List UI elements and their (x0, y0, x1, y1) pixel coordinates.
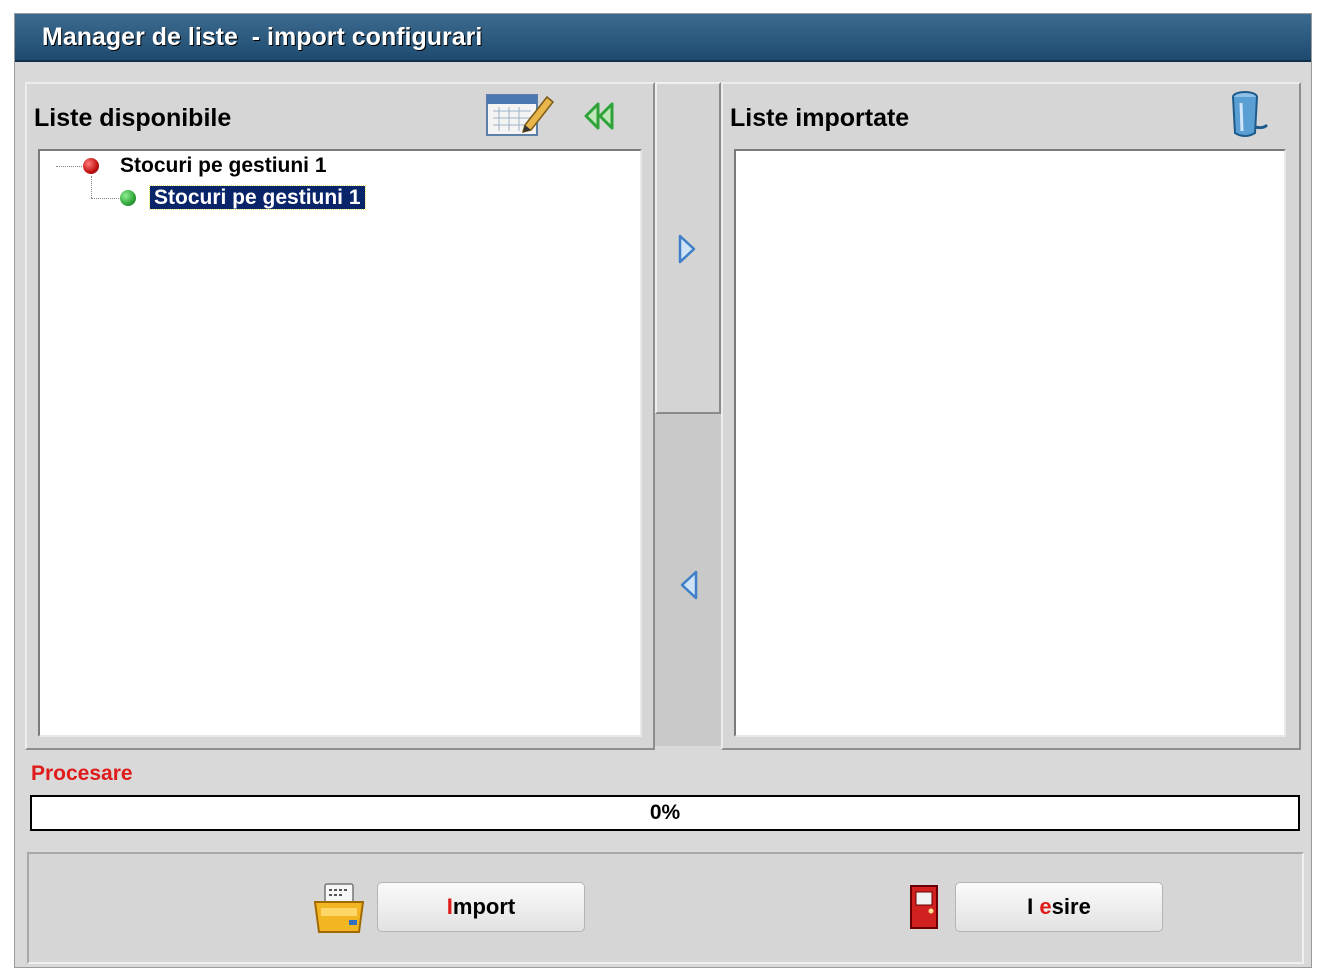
progress-text: 0% (649, 801, 681, 824)
imported-lists-box[interactable] (734, 149, 1286, 737)
imported-lists-panel: Liste importate (721, 82, 1301, 750)
title-bar: Manager de liste - import configurari (15, 14, 1311, 62)
double-left-arrow-icon[interactable] (582, 98, 618, 134)
available-lists-title: Liste disponibile (34, 104, 232, 132)
status-green-icon (120, 190, 136, 206)
tree-item-child-selected[interactable]: Stocuri pe gestiuni 1 (149, 184, 366, 212)
window-title: Manager de liste - import configurari (42, 23, 483, 51)
available-lists-tree[interactable]: Stocuri pe gestiuni 1 Stocuri pe gestiun… (38, 149, 642, 737)
exit-door-icon (907, 884, 941, 930)
status-red-icon (83, 158, 99, 174)
available-lists-panel: Liste disponibile Stocuri pe gestiuni 1 … (25, 82, 655, 750)
imported-lists-title: Liste importate (730, 104, 910, 132)
import-config-window: Manager de liste - import configurari Li… (14, 13, 1312, 968)
progress-label: Procesare (31, 762, 133, 785)
arrow-left-icon[interactable] (677, 568, 701, 602)
exit-button[interactable]: I e sire (955, 882, 1163, 932)
printer-icon (311, 880, 367, 936)
arrow-right-icon[interactable] (675, 232, 699, 266)
tree-connector (91, 198, 119, 199)
trash-can-icon[interactable] (1225, 89, 1275, 141)
tree-connector (91, 176, 92, 198)
calendar-edit-icon[interactable] (485, 89, 555, 139)
import-button[interactable]: Import (377, 882, 585, 932)
tree-connector (56, 166, 86, 167)
button-bar: Import I e sire (27, 852, 1304, 964)
transfer-bar (655, 82, 721, 746)
progress-bar: 0% (30, 795, 1300, 831)
tree-item-parent[interactable]: Stocuri pe gestiuni 1 (116, 152, 331, 180)
